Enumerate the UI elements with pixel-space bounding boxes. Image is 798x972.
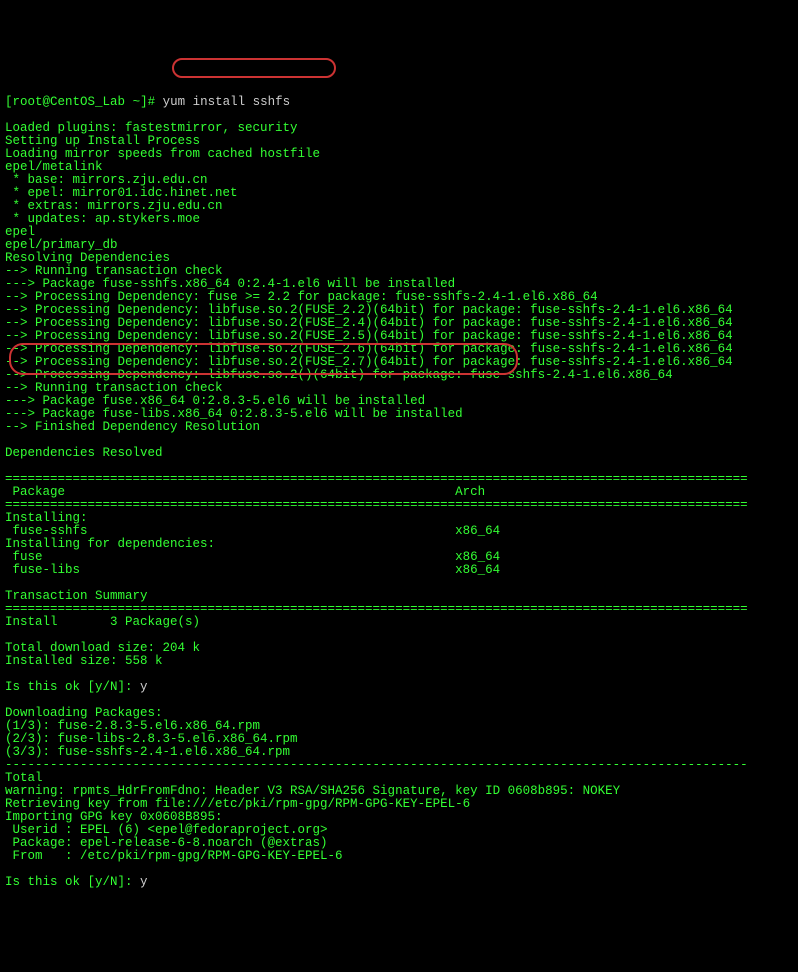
output-line: ========================================… bbox=[5, 499, 793, 512]
prompt-path: ~ bbox=[133, 95, 141, 109]
output-line: fuse-libs x86_64 bbox=[5, 564, 793, 577]
output-line: From : /etc/pki/rpm-gpg/RPM-GPG-KEY-EPEL… bbox=[5, 850, 793, 863]
output-line: Loading mirror speeds from cached hostfi… bbox=[5, 148, 793, 161]
confirm-prompt-2[interactable]: Is this ok [y/N]: y bbox=[5, 876, 793, 889]
output-line: Importing GPG key 0x0608B895: bbox=[5, 811, 793, 824]
output-line: Installed size: 558 k bbox=[5, 655, 793, 668]
confirm-prompt-1[interactable]: Is this ok [y/N]: y bbox=[5, 681, 793, 694]
command-text: yum install sshfs bbox=[163, 95, 291, 109]
terminal-window: [root@CentOS_Lab ~]# yum install sshfs L… bbox=[5, 57, 793, 902]
confirm2-label: Is this ok [y/N]: bbox=[5, 875, 140, 889]
highlight-circle-command bbox=[172, 58, 336, 78]
output-line: (3/3): fuse-sshfs-2.4-1.el6.x86_64.rpm bbox=[5, 746, 793, 759]
output-line: Retrieving key from file:///etc/pki/rpm-… bbox=[5, 798, 793, 811]
prompt-user: root@CentOS_Lab bbox=[13, 95, 126, 109]
output-line: warning: rpmts_HdrFromFdno: Header V3 RS… bbox=[5, 785, 793, 798]
output-line: --> Finished Dependency Resolution bbox=[5, 421, 793, 434]
output-line: * updates: ap.stykers.moe bbox=[5, 213, 793, 226]
terminal-prompt-line[interactable]: [root@CentOS_Lab ~]# yum install sshfs bbox=[5, 96, 793, 109]
output-line: Package: epel-release-6-8.noarch (@extra… bbox=[5, 837, 793, 850]
output-line: Userid : EPEL (6) <epel@fedoraproject.or… bbox=[5, 824, 793, 837]
output-line: epel bbox=[5, 226, 793, 239]
output-block-2: Downloading Packages:(1/3): fuse-2.8.3-5… bbox=[5, 707, 793, 863]
output-line: ----------------------------------------… bbox=[5, 759, 793, 772]
confirm1-label: Is this ok [y/N]: bbox=[5, 680, 140, 694]
output-block-1: Loaded plugins: fastestmirror, securityS… bbox=[5, 122, 793, 668]
output-line: Total bbox=[5, 772, 793, 785]
prompt-suffix: ]# bbox=[140, 95, 155, 109]
output-line: Dependencies Resolved bbox=[5, 447, 793, 460]
confirm2-answer: y bbox=[140, 875, 148, 889]
confirm1-answer: y bbox=[140, 680, 148, 694]
output-line: Install 3 Package(s) bbox=[5, 616, 793, 629]
